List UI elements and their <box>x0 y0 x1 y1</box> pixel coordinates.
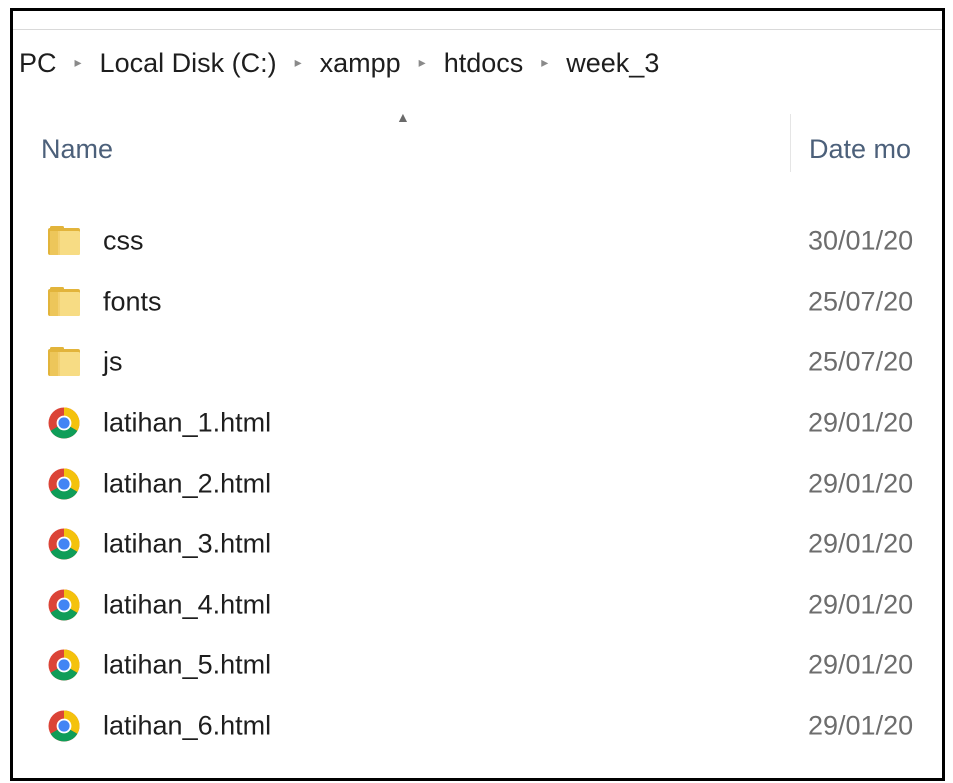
file-name: css <box>103 225 144 256</box>
chrome-icon <box>46 648 82 682</box>
breadcrumb-item-pc[interactable]: PC <box>13 48 59 79</box>
breadcrumb-item-local-disk[interactable]: Local Disk (C:) <box>98 48 279 79</box>
file-date-modified: 25/07/20 <box>808 346 914 377</box>
file-name: latihan_2.html <box>103 468 272 499</box>
chrome-icon <box>46 588 82 622</box>
folder-icon <box>46 285 82 319</box>
breadcrumb-chevron-icon[interactable]: ▸ <box>525 54 564 71</box>
file-row[interactable]: latihan_2.html 29/01/20 <box>13 453 942 514</box>
file-name: js <box>103 346 123 377</box>
address-bar[interactable]: PC ▸ Local Disk (C:) ▸ xampp ▸ htdocs ▸ … <box>13 30 942 96</box>
column-header-row: ▲ Name Date mo <box>13 106 942 176</box>
breadcrumb-item-xampp[interactable]: xampp <box>318 48 403 79</box>
file-name: latihan_5.html <box>103 649 272 680</box>
column-header-date-modified[interactable]: Date mo <box>809 134 911 165</box>
file-date-modified: 29/01/20 <box>808 528 914 559</box>
file-row[interactable]: latihan_3.html 29/01/20 <box>13 514 942 575</box>
file-date-modified: 30/01/20 <box>808 225 914 256</box>
file-row[interactable]: latihan_4.html 29/01/20 <box>13 575 942 636</box>
file-date-modified: 29/01/20 <box>808 649 914 680</box>
file-row[interactable]: css 30/01/20 <box>13 211 942 272</box>
breadcrumb-item-week-3[interactable]: week_3 <box>564 48 661 79</box>
file-name: latihan_1.html <box>103 407 272 438</box>
explorer-window: PC ▸ Local Disk (C:) ▸ xampp ▸ htdocs ▸ … <box>10 8 945 781</box>
file-date-modified: 29/01/20 <box>808 710 914 741</box>
file-row[interactable]: latihan_1.html 29/01/20 <box>13 393 942 454</box>
toolbar-strip <box>13 11 942 30</box>
file-date-modified: 29/01/20 <box>808 468 914 499</box>
breadcrumb-chevron-icon[interactable]: ▸ <box>403 54 442 71</box>
file-row[interactable]: latihan_5.html 29/01/20 <box>13 635 942 696</box>
chrome-icon <box>46 467 82 501</box>
chrome-icon <box>46 527 82 561</box>
file-date-modified: 29/01/20 <box>808 407 914 438</box>
sort-ascending-icon: ▲ <box>396 109 410 125</box>
chrome-icon <box>46 709 82 743</box>
chrome-icon <box>46 406 82 440</box>
breadcrumb-chevron-icon[interactable]: ▸ <box>279 54 318 71</box>
file-row[interactable]: js 25/07/20 <box>13 332 942 393</box>
file-row[interactable]: fonts 25/07/20 <box>13 272 942 333</box>
file-name: fonts <box>103 286 162 317</box>
breadcrumb-chevron-icon[interactable]: ▸ <box>59 54 98 71</box>
file-date-modified: 25/07/20 <box>808 286 914 317</box>
file-name: latihan_4.html <box>103 589 272 620</box>
file-name: latihan_3.html <box>103 528 272 559</box>
folder-icon <box>46 345 82 379</box>
column-header-name[interactable]: Name <box>41 134 113 165</box>
file-name: latihan_6.html <box>103 710 272 741</box>
file-list: css 30/01/20 fonts 25/07/20 js 25/07/20 latiha… <box>13 211 942 756</box>
column-divider[interactable] <box>790 114 791 172</box>
file-date-modified: 29/01/20 <box>808 589 914 620</box>
folder-icon <box>46 224 82 258</box>
file-row[interactable]: latihan_6.html 29/01/20 <box>13 696 942 757</box>
breadcrumb-item-htdocs[interactable]: htdocs <box>442 48 526 79</box>
